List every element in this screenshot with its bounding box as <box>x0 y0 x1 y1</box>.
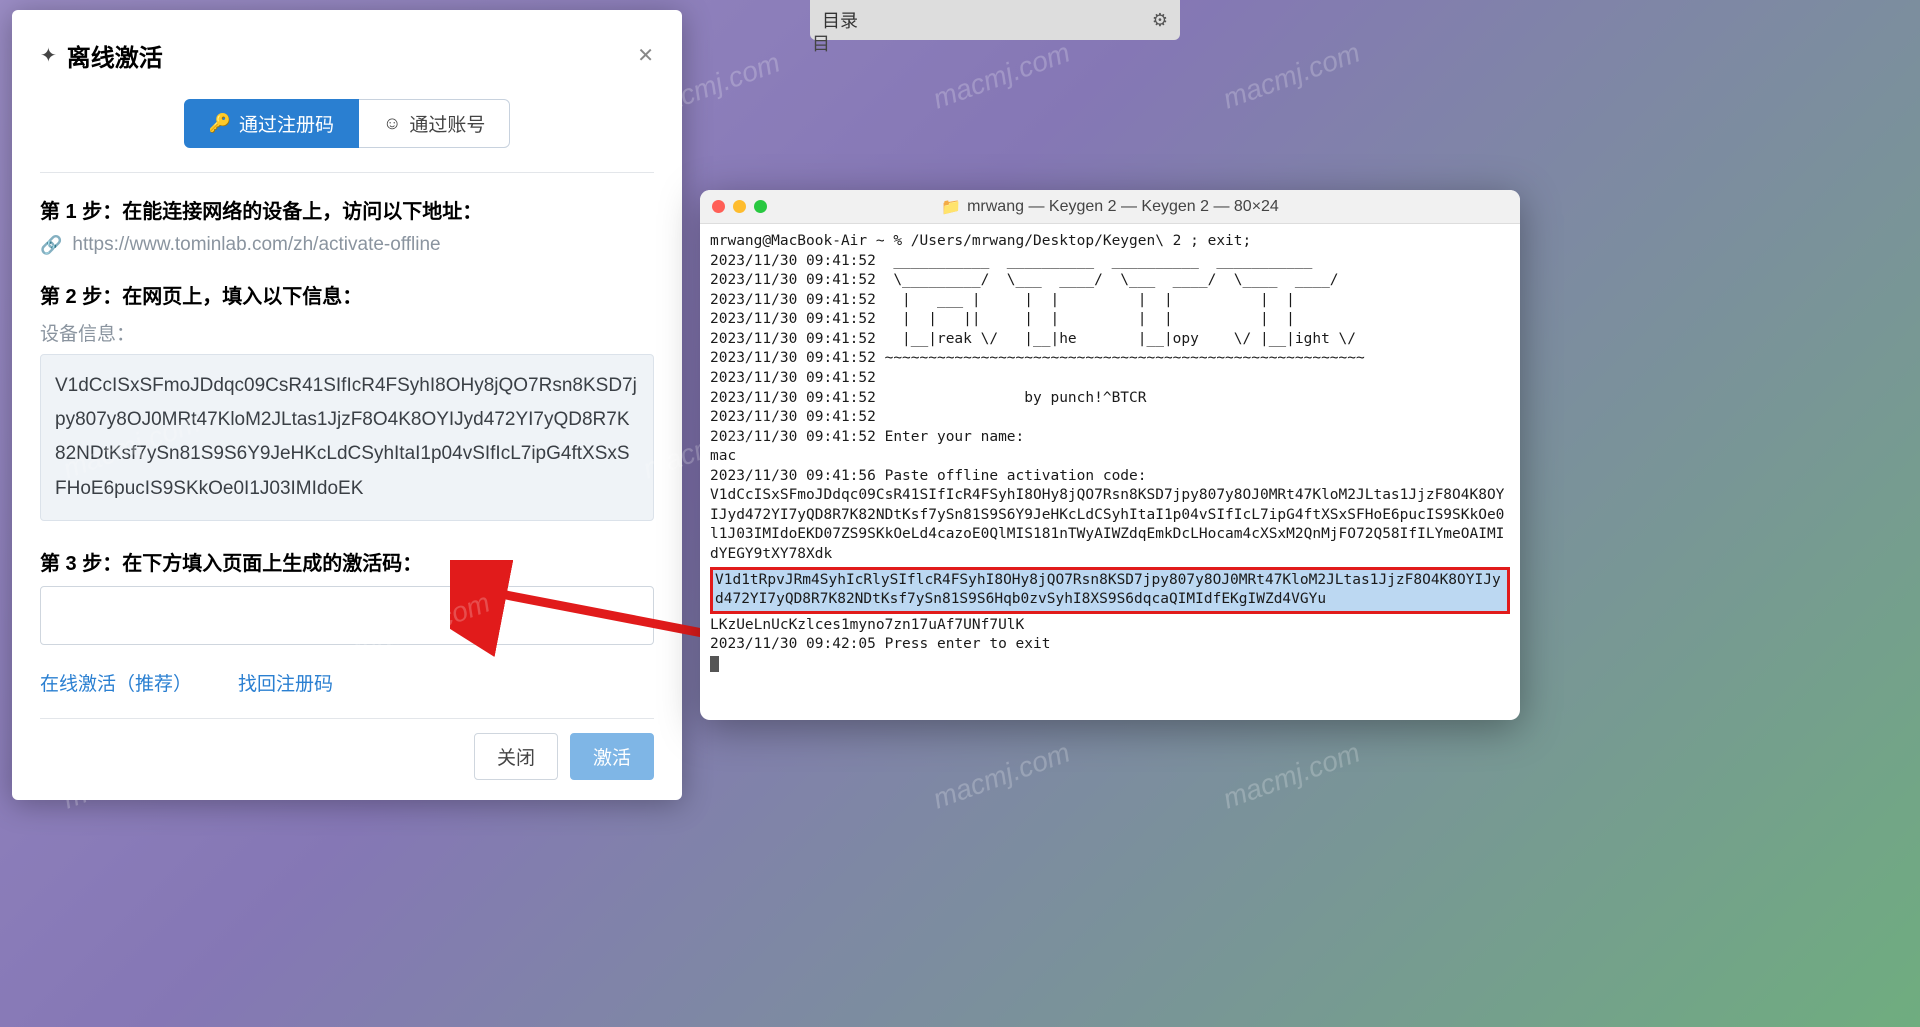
watermark: macmj.com <box>929 36 1074 115</box>
term-line: 2023/11/30 09:42:05 Press enter to exit <box>710 636 1050 652</box>
terminal-title: 📁 mrwang — Keygen 2 — Keygen 2 — 80×24 <box>700 197 1520 217</box>
tab-label: 通过账号 <box>409 110 485 137</box>
activate-button[interactable]: 激活 <box>570 733 654 780</box>
tab-by-registration-code[interactable]: 🔑 通过注册码 <box>184 99 359 148</box>
offline-activation-dialog: ✦ 离线激活 ✕ 🔑 通过注册码 ☺ 通过账号 第 1 步：在能连接网络的设备上… <box>12 10 682 800</box>
term-line: 2023/11/30 09:41:52 |__|reak \/ |__|he |… <box>710 331 1356 347</box>
divider <box>40 172 654 173</box>
tab-by-account[interactable]: ☺ 通过账号 <box>359 99 510 148</box>
term-line: 2023/11/30 09:41:52 ~~~~~~~~~~~~~~~~~~~~… <box>710 350 1365 366</box>
helper-links: 在线激活（推荐） 找回注册码 <box>40 669 654 696</box>
term-line: 2023/11/30 09:41:52 by punch!^BTCR <box>710 390 1147 406</box>
step2-title: 第 2 步：在网页上，填入以下信息： <box>40 280 654 309</box>
watermark: macmj.com <box>929 736 1074 815</box>
link-icon: 🔗 <box>40 235 62 256</box>
find-code-link[interactable]: 找回注册码 <box>238 669 333 696</box>
close-button[interactable]: 关闭 <box>474 733 558 780</box>
terminal-cursor <box>710 656 719 672</box>
step1-title: 第 1 步：在能连接网络的设备上，访问以下地址： <box>40 195 654 224</box>
step3-title: 第 3 步：在下方填入页面上生成的激活码： <box>40 547 654 576</box>
sparkle-icon: ✦ <box>40 43 57 68</box>
activation-code-input[interactable] <box>40 586 654 645</box>
terminal-titlebar[interactable]: 📁 mrwang — Keygen 2 — Keygen 2 — 80×24 <box>700 190 1520 224</box>
dialog-footer: 关闭 激活 <box>40 733 654 780</box>
activation-url[interactable]: https://www.tominlab.com/zh/activate-off… <box>72 234 440 256</box>
gear-icon[interactable]: ⚙ <box>1152 10 1168 31</box>
dialog-title: 离线激活 <box>67 38 163 73</box>
online-activation-link[interactable]: 在线激活（推荐） <box>40 669 192 696</box>
dialog-header: ✦ 离线激活 ✕ <box>40 38 654 73</box>
term-line: 2023/11/30 09:41:52 \_________/ \___ ___… <box>710 272 1339 288</box>
term-line: 2023/11/30 09:41:52 | ___ | | | | | | | <box>710 292 1295 308</box>
activation-url-row: 🔗 https://www.tominlab.com/zh/activate-o… <box>40 234 654 256</box>
term-line: 2023/11/30 09:41:56 Paste offline activa… <box>710 468 1147 484</box>
bg-tab-outer-label: 目 <box>812 30 830 56</box>
terminal-title-text: mrwang — Keygen 2 — Keygen 2 — 80×24 <box>967 198 1279 216</box>
device-info-value[interactable]: V1dCcISxSFmoJDdqc09CsR41SIfIcR4FSyhI8OHy… <box>40 354 654 521</box>
device-info-label: 设备信息： <box>40 319 654 346</box>
term-line: 2023/11/30 09:41:52 <box>710 370 876 386</box>
term-line: 2023/11/30 09:41:52 | | || | | | | | | <box>710 311 1295 327</box>
highlighted-activation-response[interactable]: V1d1tRpvJRm4SyhIcRlySIflcR4FSyhI8OHy8jQO… <box>710 567 1510 614</box>
footer-divider <box>40 718 654 719</box>
close-icon[interactable]: ✕ <box>637 43 654 68</box>
term-line: V1dCcISxSFmoJDdqc09CsR41SIfIcR4FSyhI8OHy… <box>710 487 1504 562</box>
term-line: mac <box>710 448 736 464</box>
watermark: macmj.com <box>1219 736 1364 815</box>
term-line: 2023/11/30 09:41:52 ___________ ________… <box>710 253 1312 269</box>
user-icon: ☺ <box>383 113 401 134</box>
tab-label: 通过注册码 <box>239 110 334 137</box>
key-icon: 🔑 <box>209 113 231 134</box>
activation-method-tabs: 🔑 通过注册码 ☺ 通过账号 <box>40 99 654 148</box>
term-line: 2023/11/30 09:41:52 <box>710 409 876 425</box>
terminal-window: 📁 mrwang — Keygen 2 — Keygen 2 — 80×24 m… <box>700 190 1520 720</box>
background-panel-tab: 目录 ⚙ <box>810 0 1180 40</box>
term-line: 2023/11/30 09:41:52 Enter your name: <box>710 429 1024 445</box>
term-line: mrwang@MacBook-Air ~ % /Users/mrwang/Des… <box>710 233 1251 249</box>
terminal-output[interactable]: mrwang@MacBook-Air ~ % /Users/mrwang/Des… <box>700 224 1520 720</box>
term-line: LKzUeLnUcKzlces1myno7zn17uAf7UNf7UlK <box>710 617 1024 633</box>
folder-icon: 📁 <box>941 197 961 217</box>
watermark: macmj.com <box>1219 36 1364 115</box>
term-line: V1d1tRpvJRm4SyhIcRlySIflcR4FSyhI8OHy8jQO… <box>715 572 1501 608</box>
